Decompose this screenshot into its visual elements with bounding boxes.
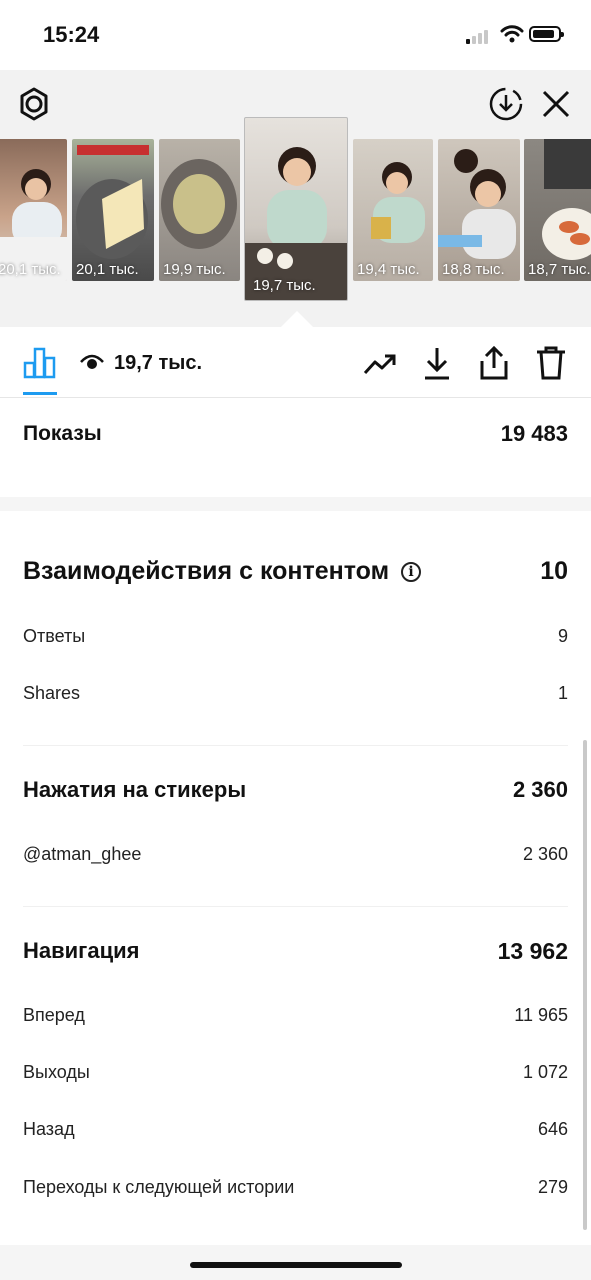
thumbnail-views: 19,4 тыс. <box>357 261 420 278</box>
trash-icon[interactable] <box>534 344 568 382</box>
stat-label: Переходы к следующей истории <box>23 1176 295 1197</box>
stat-value: 2 360 <box>522 843 568 864</box>
section-divider <box>0 497 591 511</box>
navigation-header: Навигация 13 962 <box>23 934 568 968</box>
active-tab-indicator <box>23 392 57 395</box>
share-icon[interactable] <box>477 344 511 382</box>
insights-toolbar: 19,7 тыс. <box>0 327 591 398</box>
stat-value: 279 <box>537 1176 568 1197</box>
divider <box>23 745 568 746</box>
views-count: 19,7 тыс. <box>114 352 203 374</box>
divider <box>23 906 568 907</box>
impressions-value: 19 483 <box>500 421 568 446</box>
stat-row: Shares 1 <box>23 681 568 705</box>
stat-row: Вперед 11 965 <box>23 1003 568 1027</box>
stat-label: Shares <box>23 682 81 703</box>
trending-icon[interactable] <box>362 349 398 379</box>
stat-row: Ответы 9 <box>23 624 568 648</box>
story-thumbnail[interactable]: 19,9 тыс. <box>159 139 240 281</box>
navigation-label: Навигация <box>23 938 140 963</box>
sticker-taps-label: Нажатия на стикеры <box>23 777 247 802</box>
info-icon[interactable]: i <box>401 561 422 582</box>
stat-label: Ответы <box>23 625 86 646</box>
download-circle-icon[interactable] <box>487 85 525 123</box>
stat-row: @atman_ghee 2 360 <box>23 842 568 866</box>
impressions-row: Показы 19 483 <box>23 418 568 450</box>
thumbnail-views: 19,7 тыс. <box>253 277 316 294</box>
scrollbar[interactable] <box>583 740 587 1230</box>
battery-icon <box>529 26 564 42</box>
interactions-label: Взаимодействия с контентом <box>23 556 390 585</box>
cellular-signal-icon <box>466 28 494 44</box>
thumbnail-views: 20,1 тыс. <box>76 261 139 278</box>
navigation-value: 13 962 <box>497 937 568 964</box>
story-thumbnail[interactable]: 19,4 тыс. <box>353 139 433 281</box>
selection-pointer <box>281 311 313 327</box>
settings-gear-icon[interactable] <box>16 86 52 122</box>
wifi-icon <box>500 25 524 43</box>
stat-value: 646 <box>537 1118 568 1139</box>
sticker-taps-header: Нажатия на стикеры 2 360 <box>23 773 568 807</box>
thumbnail-views: 19,9 тыс. <box>163 261 226 278</box>
bar-chart-icon[interactable] <box>23 345 57 379</box>
stat-row: Переходы к следующей истории 279 <box>23 1175 568 1199</box>
interactions-value: 10 <box>540 556 568 585</box>
story-thumbnail-selected[interactable]: 19,7 тыс. <box>244 117 348 301</box>
stat-row: Назад 646 <box>23 1117 568 1141</box>
story-thumbnail[interactable]: 20,1 тыс. <box>72 139 154 281</box>
story-thumbnail[interactable]: 18,8 тыс. <box>438 139 520 281</box>
thumbnail-views: 20,1 тыс. <box>0 261 61 278</box>
stat-label: Вперед <box>23 1004 85 1025</box>
interactions-header: Взаимодействия с контентом i 10 <box>23 553 568 589</box>
stat-value: 9 <box>557 625 568 646</box>
stat-label: @atman_ghee <box>23 843 142 864</box>
story-thumbnail-strip[interactable]: 20,1 тыс. 20,1 тыс. 19,9 тыс. 19,7 тыс. … <box>0 117 591 306</box>
download-icon[interactable] <box>420 345 454 381</box>
stat-value: 1 <box>557 682 568 703</box>
story-thumbnail[interactable]: 18,7 тыс. <box>524 139 591 281</box>
status-time: 15:24 <box>43 22 100 47</box>
sticker-taps-value: 2 360 <box>512 777 568 802</box>
stat-value: 1 072 <box>522 1061 568 1082</box>
thumbnail-views: 18,7 тыс. <box>528 261 591 278</box>
eye-icon <box>79 352 105 372</box>
impressions-label: Показы <box>23 422 102 445</box>
stat-row: Выходы 1 072 <box>23 1060 568 1084</box>
stat-label: Назад <box>23 1118 75 1139</box>
home-indicator[interactable] <box>190 1262 402 1268</box>
stat-label: Выходы <box>23 1061 90 1082</box>
close-icon[interactable] <box>538 86 574 122</box>
stat-value: 11 965 <box>514 1004 568 1025</box>
thumbnail-views: 18,8 тыс. <box>442 261 505 278</box>
status-bar: 15:24 <box>0 0 591 70</box>
story-thumbnail[interactable]: 20,1 тыс. <box>0 139 67 281</box>
